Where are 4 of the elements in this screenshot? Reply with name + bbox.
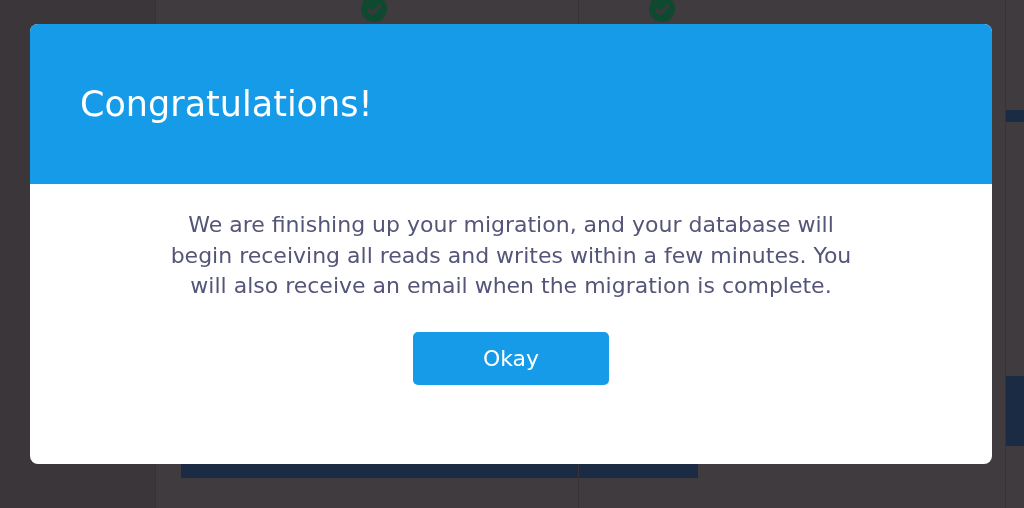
okay-button[interactable]: Okay bbox=[413, 331, 609, 385]
dialog-message: We are finishing up your migration, and your database will begin receiving all reads and writes within a few minutes. You will also receive an email when the migration is complete. bbox=[169, 211, 853, 300]
text-highlight bbox=[1006, 376, 1024, 446]
dialog-title: Congratulations! bbox=[80, 84, 373, 124]
